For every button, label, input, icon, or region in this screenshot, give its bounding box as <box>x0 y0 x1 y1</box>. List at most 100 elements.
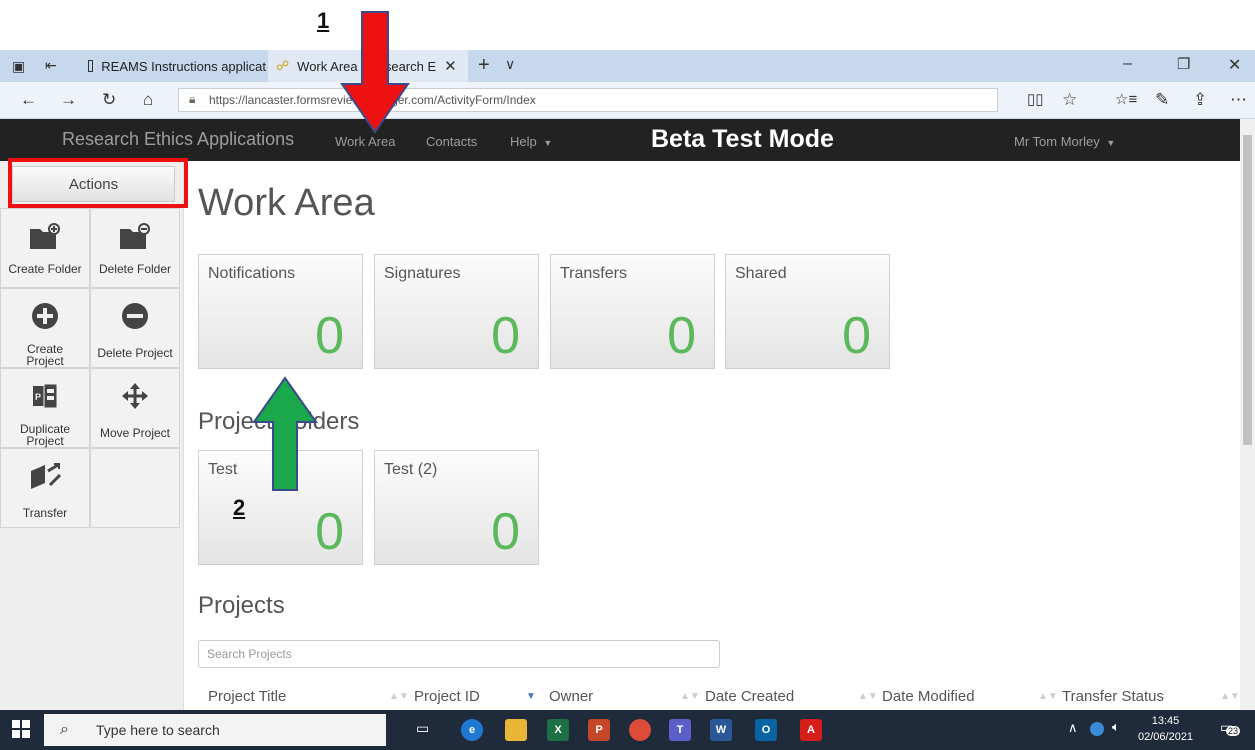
brand-link[interactable]: Research Ethics Applications <box>62 129 294 150</box>
folder-tile-test-2[interactable]: Test (2) 0 <box>374 450 539 565</box>
column-transfer-status[interactable]: Transfer Status <box>1062 688 1164 705</box>
transfer-button[interactable]: Transfer <box>0 448 90 528</box>
tile-count: 0 <box>842 307 871 365</box>
taskbar-search-placeholder: Type here to search <box>96 722 220 738</box>
column-date-created[interactable]: Date Created <box>705 688 794 705</box>
network-icon[interactable] <box>1090 722 1104 736</box>
duplicate-icon: P <box>1 381 89 413</box>
close-tab-icon[interactable]: ✕ <box>444 57 457 75</box>
file-explorer-icon[interactable] <box>505 719 527 741</box>
beta-test-mode-banner: Beta Test Mode <box>651 125 834 153</box>
taskbar-clock[interactable]: 13:45 02/06/2021 <box>1138 713 1193 745</box>
scrollbar-thumb[interactable] <box>1243 135 1252 445</box>
lock-icon: 🔒︎ <box>189 92 196 106</box>
acrobat-icon[interactable]: A <box>800 719 822 741</box>
column-project-id[interactable]: Project ID <box>414 688 480 705</box>
windows-taskbar: ⌕ Type here to search ▭ e X P T W O A ∧ … <box>0 710 1255 750</box>
tile-label: Signatures <box>384 265 461 282</box>
tile-shared[interactable]: Shared 0 <box>725 254 890 369</box>
sort-icon[interactable]: ▲▼ <box>1038 691 1058 702</box>
tab-actions-icon[interactable]: ▣ <box>12 58 25 75</box>
tile-count: 0 <box>315 503 344 561</box>
column-project-title[interactable]: Project Title <box>208 688 286 705</box>
notification-center-icon[interactable]: ▭23 <box>1220 719 1241 736</box>
page-scrollbar[interactable] <box>1240 119 1255 710</box>
tab-label: REAMS Instructions applicat <box>101 58 266 74</box>
move-project-button[interactable]: Move Project <box>90 368 180 448</box>
teams-icon[interactable]: T <box>669 719 691 741</box>
url-field[interactable]: 🔒︎ https://lancaster.formsreviewmanager.… <box>178 88 998 112</box>
create-project-button[interactable]: Create Project <box>0 288 90 368</box>
sort-icon[interactable]: ▲▼ <box>680 691 700 702</box>
favorites-hub-icon[interactable]: ☆≡ <box>1115 90 1137 108</box>
edge-icon[interactable]: e <box>461 719 483 741</box>
nav-help[interactable]: Help ▼ <box>510 134 552 149</box>
nav-work-area[interactable]: Work Area <box>335 134 395 149</box>
tile-signatures[interactable]: Signatures 0 <box>374 254 539 369</box>
delete-folder-button[interactable]: Delete Folder <box>90 208 180 288</box>
restore-icon[interactable]: ❐ <box>1177 55 1190 73</box>
tile-label: Test <box>208 461 238 478</box>
column-date-modified[interactable]: Date Modified <box>882 688 975 705</box>
column-owner[interactable]: Owner <box>549 688 593 705</box>
volume-icon[interactable]: 🔈︎ <box>1112 719 1120 735</box>
annotation-label-1: 1 <box>317 8 330 33</box>
refresh-icon[interactable]: ↻ <box>102 90 116 110</box>
create-folder-button[interactable]: Create Folder <box>0 208 90 288</box>
help-label: Help <box>510 134 537 149</box>
plus-circle-icon <box>1 301 89 333</box>
excel-icon[interactable]: X <box>547 719 569 741</box>
taskbar-search-input[interactable]: ⌕ Type here to search <box>44 714 386 746</box>
sort-icon[interactable]: ▲▼ <box>1220 691 1240 702</box>
tile-count: 0 <box>491 503 520 561</box>
powerpoint-icon[interactable]: P <box>588 719 610 741</box>
more-icon[interactable]: ⋯ <box>1230 90 1247 110</box>
nav-contacts[interactable]: Contacts <box>426 134 477 149</box>
empty-action-cell <box>90 448 180 528</box>
duplicate-project-button[interactable]: P Duplicate Project <box>0 368 90 448</box>
svg-text:P: P <box>35 392 41 402</box>
chrome-icon[interactable] <box>629 719 651 741</box>
pen-icon[interactable]: ✎ <box>1155 90 1169 110</box>
minimize-icon[interactable]: – <box>1123 55 1132 73</box>
task-view-icon[interactable]: ▭ <box>416 720 429 737</box>
favorite-star-icon[interactable]: ☆ <box>1062 90 1077 110</box>
back-icon[interactable]: ← <box>20 90 37 110</box>
delete-folder-label: Delete Folder <box>98 262 172 276</box>
caret-down-icon: ▼ <box>1106 138 1116 148</box>
page-title: Work Area <box>198 182 375 224</box>
app-navbar: Research Ethics Applications Work Area C… <box>0 119 1240 161</box>
sort-desc-icon[interactable]: ▼ <box>526 691 536 702</box>
tab-reams-instructions[interactable]: REAMS Instructions applicat <box>80 50 266 82</box>
clock-time: 13:45 <box>1151 715 1180 727</box>
tile-label: Notifications <box>208 265 296 282</box>
annotation-green-arrow <box>252 376 318 491</box>
annotation-label-2: 2 <box>233 495 246 520</box>
delete-project-button[interactable]: Delete Project <box>90 288 180 368</box>
new-tab-icon[interactable]: + <box>478 54 490 77</box>
move-icon <box>91 381 179 413</box>
share-icon[interactable]: ⇪ <box>1193 90 1207 110</box>
tab-list-chevron-icon[interactable]: ∨ <box>505 56 515 73</box>
sort-icon[interactable]: ▲▼ <box>389 691 409 702</box>
outlook-icon[interactable]: O <box>755 719 777 741</box>
home-icon[interactable]: ⌂ <box>143 90 153 110</box>
tabs-aside-icon[interactable]: ⇤ <box>45 57 57 74</box>
move-project-label: Move Project <box>99 426 171 440</box>
search-projects-input[interactable]: Search Projects <box>198 640 720 668</box>
search-icon: ⌕ <box>60 721 69 738</box>
forward-icon[interactable]: → <box>60 90 77 110</box>
sort-icon[interactable]: ▲▼ <box>858 691 878 702</box>
actions-sidebar: Actions Create Folder Delete Folder Crea… <box>0 161 184 710</box>
minus-circle-icon <box>91 301 179 333</box>
word-icon[interactable]: W <box>710 719 732 741</box>
reading-view-icon[interactable]: ▯▯ <box>1027 90 1044 108</box>
windows-start-icon[interactable] <box>12 720 30 743</box>
transfer-icon <box>1 461 89 493</box>
window-close-icon[interactable]: ✕ <box>1228 55 1241 75</box>
user-menu[interactable]: Mr Tom Morley ▼ <box>1014 134 1115 149</box>
tile-transfers[interactable]: Transfers 0 <box>550 254 715 369</box>
tray-chevron-icon[interactable]: ∧ <box>1068 720 1078 736</box>
projects-heading: Projects <box>198 592 285 619</box>
tile-notifications[interactable]: Notifications 0 <box>198 254 363 369</box>
